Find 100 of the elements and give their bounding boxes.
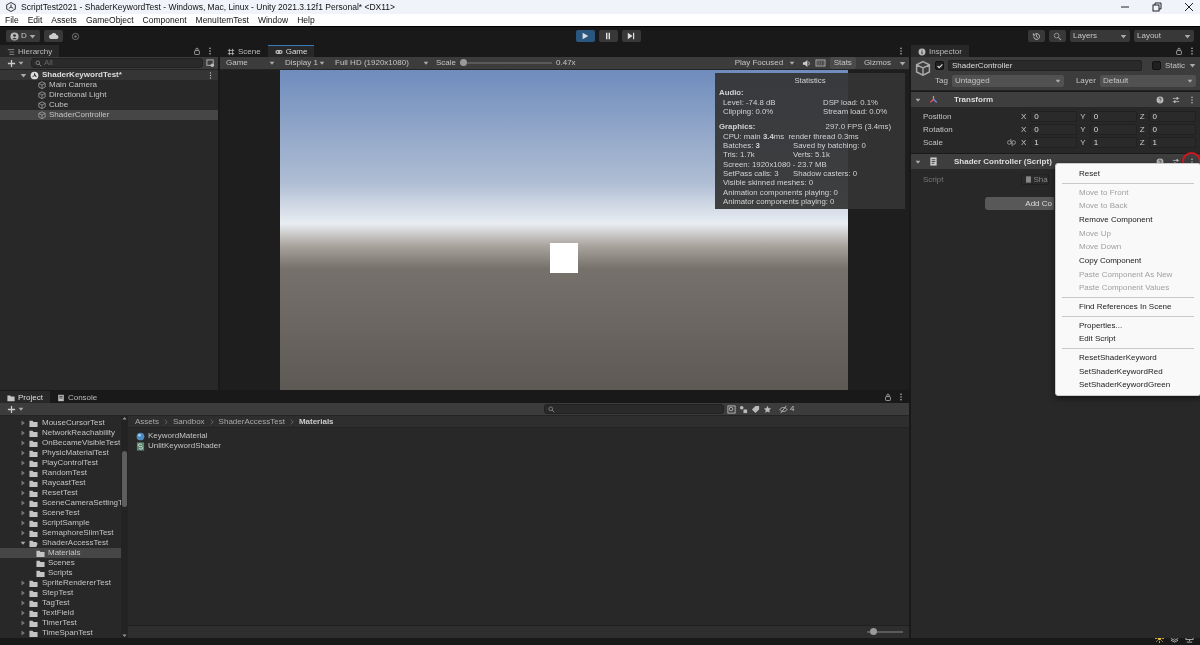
breadcrumb-link[interactable]: Sandbox bbox=[173, 417, 205, 426]
menu-item[interactable]: Find References In Scene bbox=[1056, 300, 1200, 314]
slider-thumb[interactable] bbox=[869, 628, 877, 635]
display-dropdown[interactable]: Display 1 bbox=[282, 57, 328, 69]
caret-right-icon[interactable] bbox=[20, 630, 26, 636]
hierarchy-item[interactable]: Main Camera bbox=[0, 80, 218, 90]
folder-item[interactable]: TextField bbox=[29, 608, 74, 618]
folder-item[interactable]: OnBecameVisibleTest bbox=[29, 438, 121, 448]
folder-item[interactable]: SceneTest bbox=[29, 508, 80, 518]
caret-right-icon[interactable] bbox=[20, 500, 26, 506]
number-field[interactable]: 0 bbox=[1148, 124, 1196, 135]
caret-right-icon[interactable] bbox=[20, 460, 26, 466]
menu-item[interactable]: ResetShaderKeyword bbox=[1056, 351, 1200, 365]
hidden-packages-toggle[interactable]: 4 bbox=[775, 403, 799, 415]
history-button[interactable] bbox=[1028, 30, 1045, 42]
caret-right-icon[interactable] bbox=[20, 580, 26, 586]
number-field[interactable]: 1 bbox=[1148, 137, 1196, 148]
folder-item[interactable]: SpriteRendererTest bbox=[29, 578, 111, 588]
star-icon[interactable] bbox=[763, 404, 772, 414]
search-button[interactable] bbox=[1049, 30, 1066, 42]
caret-right-icon[interactable] bbox=[20, 420, 26, 426]
hierarchy-item[interactable]: Cube bbox=[0, 100, 218, 110]
caret-down-icon[interactable] bbox=[915, 96, 921, 103]
scroll-down-icon[interactable] bbox=[122, 633, 127, 638]
asset-item[interactable]: KeywordMaterial bbox=[136, 431, 901, 441]
layer-dropdown[interactable]: Default bbox=[1099, 75, 1196, 87]
menu-item[interactable]: Properties... bbox=[1056, 318, 1200, 333]
caret-right-icon[interactable] bbox=[20, 620, 26, 626]
component-title[interactable]: Transform bbox=[954, 94, 994, 105]
sliders-icon[interactable] bbox=[1172, 95, 1180, 104]
caret-icon[interactable] bbox=[899, 59, 906, 67]
lock-icon[interactable] bbox=[193, 47, 201, 55]
caret-right-icon[interactable] bbox=[20, 470, 26, 476]
menu-item[interactable]: Help bbox=[297, 15, 315, 25]
caret-right-icon[interactable] bbox=[20, 490, 26, 496]
menu-item[interactable]: Component bbox=[142, 15, 187, 25]
folder-item[interactable]: SemaphoreSlimTest bbox=[29, 528, 114, 538]
caret-right-icon[interactable] bbox=[20, 480, 26, 486]
static-checkbox[interactable] bbox=[1152, 61, 1161, 70]
breadcrumb-link[interactable]: Materials bbox=[298, 417, 334, 426]
number-field[interactable]: 0 bbox=[1089, 124, 1137, 135]
number-field[interactable]: 1 bbox=[1089, 137, 1137, 148]
caret-right-icon[interactable] bbox=[20, 440, 26, 446]
hierarchy-item[interactable]: ShaderController bbox=[0, 110, 218, 120]
search-field[interactable] bbox=[544, 404, 724, 414]
number-field[interactable]: 0 bbox=[1148, 111, 1196, 122]
help-icon[interactable] bbox=[1156, 95, 1164, 104]
name-field[interactable]: ShaderController bbox=[948, 60, 1142, 71]
menu-item[interactable]: Copy Component bbox=[1056, 254, 1200, 268]
keyboard-icon[interactable] bbox=[814, 58, 826, 68]
caret-right-icon[interactable] bbox=[20, 430, 26, 436]
menu-item[interactable]: MenuItemTest bbox=[195, 15, 249, 25]
restore-icon[interactable] bbox=[1152, 2, 1162, 12]
menu-item[interactable]: Assets bbox=[51, 15, 77, 25]
folder-item[interactable]: Scenes bbox=[0, 558, 121, 568]
add-component-button[interactable]: Add Co bbox=[985, 197, 1054, 210]
menu-item[interactable]: Reset bbox=[1056, 167, 1200, 181]
broken-link-icon[interactable] bbox=[1007, 138, 1016, 147]
scrollbar-thumb[interactable] bbox=[122, 451, 127, 507]
scene-picker-icon[interactable] bbox=[206, 58, 215, 68]
number-field[interactable]: 0 bbox=[1089, 111, 1137, 122]
menu-item[interactable]: Window bbox=[257, 15, 289, 25]
resolution-dropdown[interactable]: Full HD (1920x1080) bbox=[332, 57, 432, 69]
folder-item[interactable]: MouseCursorTest bbox=[29, 418, 105, 428]
caret-right-icon[interactable] bbox=[20, 600, 26, 606]
lock-icon[interactable] bbox=[1175, 47, 1183, 55]
folder-item[interactable]: NetworkReachability bbox=[29, 428, 115, 438]
shapes-icon[interactable] bbox=[739, 404, 748, 414]
filter-icon[interactable] bbox=[727, 404, 736, 414]
menu-item[interactable]: Edit Script bbox=[1056, 332, 1200, 347]
more-icon[interactable] bbox=[1188, 157, 1196, 166]
folder-item[interactable]: StepTest bbox=[29, 588, 74, 598]
step-button[interactable] bbox=[621, 30, 641, 42]
caret-right-icon[interactable] bbox=[20, 510, 26, 516]
view-tab[interactable]: Game bbox=[267, 45, 315, 57]
folder-item[interactable]: PlayControlTest bbox=[29, 458, 99, 468]
folder-item[interactable]: PhysicMaterialTest bbox=[29, 448, 109, 458]
folder-item[interactable]: Scripts bbox=[0, 568, 121, 578]
cloud-button[interactable] bbox=[43, 30, 63, 42]
asset-item[interactable]: UnlitKeywordShader bbox=[136, 441, 901, 451]
caret-right-icon[interactable] bbox=[20, 590, 26, 596]
speaker-icon[interactable] bbox=[801, 58, 811, 68]
folder-item[interactable]: TimeSpanTest bbox=[29, 628, 93, 638]
breadcrumb-link[interactable]: ShaderAccessTest bbox=[218, 417, 285, 426]
lock-icon[interactable] bbox=[884, 393, 892, 401]
tag-dropdown[interactable]: Untagged bbox=[951, 75, 1064, 87]
panel-tab[interactable]: Project bbox=[0, 391, 50, 403]
slider-thumb[interactable] bbox=[460, 59, 467, 66]
folder-item[interactable]: ShaderAccessTest bbox=[29, 538, 109, 548]
folder-item[interactable]: RaycastTest bbox=[29, 478, 86, 488]
caret-down-icon[interactable] bbox=[20, 71, 27, 79]
folder-item[interactable]: Materials bbox=[0, 548, 121, 558]
folder-item[interactable]: TagTest bbox=[29, 598, 70, 608]
folder-item[interactable]: ResetTest bbox=[29, 488, 78, 498]
close-icon[interactable] bbox=[1184, 2, 1194, 12]
account-dropdown[interactable]: D bbox=[6, 30, 40, 42]
menu-item[interactable]: SetShaderKeywordGreen bbox=[1056, 378, 1200, 393]
stats-toggle[interactable]: Stats bbox=[829, 57, 856, 69]
caret-down-icon[interactable] bbox=[20, 540, 26, 546]
menu-item[interactable]: SetShaderKeywordRed bbox=[1056, 364, 1200, 379]
